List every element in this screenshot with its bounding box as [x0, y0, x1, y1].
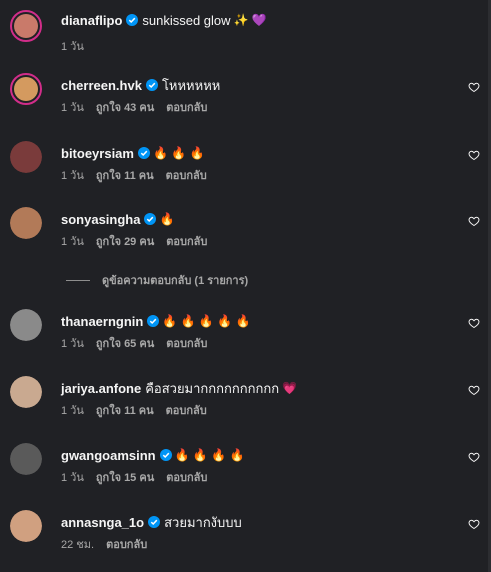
verified-badge-icon [159, 449, 172, 461]
reply-button[interactable]: ตอบกลับ [166, 401, 207, 419]
likes-count[interactable]: ถูกใจ 43 คน [96, 98, 154, 116]
verified-badge-icon [145, 79, 158, 91]
comment-username[interactable]: cherreen.hvk [61, 78, 142, 93]
avatar[interactable] [10, 376, 42, 408]
comment-emoji: 🔥 🔥 🔥 [152, 146, 205, 160]
comment-emoji: 🔥 🔥 🔥 🔥 🔥 [162, 314, 251, 328]
verified-badge-icon [144, 213, 157, 225]
likes-count[interactable]: ถูกใจ 65 คน [96, 334, 154, 352]
view-replies-button[interactable]: ดูข้อความตอบกลับ (1 รายการ) [66, 271, 248, 289]
comment-username[interactable]: dianaflipo [61, 13, 122, 28]
comment-time: 1 วัน [61, 102, 84, 114]
comment-text: sunkissed glow [142, 12, 231, 28]
heart-icon[interactable] [468, 384, 480, 396]
heart-icon[interactable] [468, 215, 480, 227]
heart-icon[interactable] [468, 317, 480, 329]
comment-emoji: 💗 [282, 381, 298, 395]
comment-time: 22 ชม. [61, 539, 95, 551]
avatar[interactable] [10, 141, 42, 173]
verified-badge-icon [147, 315, 160, 327]
likes-count[interactable]: ถูกใจ 15 คน [96, 468, 154, 486]
comment-username[interactable]: gwangoamsinn [61, 448, 156, 463]
avatar[interactable] [10, 73, 42, 105]
comment-text: สวยมากงับบบ [164, 514, 242, 530]
comment-item: annasnga_1o สวยมากงับบบ 22 ชม. ตอบกลับ [0, 510, 488, 570]
comment-username[interactable]: sonyasingha [61, 212, 140, 227]
reply-button[interactable]: ตอบกลับ [166, 468, 207, 486]
avatar[interactable] [10, 10, 42, 42]
reply-button[interactable]: ตอบกลับ [166, 232, 207, 250]
comment-item: cherreen.hvk โหหหหหห 1 วัน ถูกใจ 43 คน ต… [0, 73, 488, 133]
comment-text: คือสวยมากกกกกกกกกก [145, 380, 280, 396]
verified-badge-icon [148, 516, 161, 528]
comment-emoji: 🔥 🔥 🔥 🔥 [174, 448, 245, 462]
comment-item: dianaflipo sunkissed glow ✨ 💜 1 วัน [0, 10, 488, 70]
verified-badge-icon [126, 14, 139, 26]
reply-button[interactable]: ตอบกลับ [106, 535, 147, 553]
heart-icon[interactable] [468, 518, 480, 530]
comment-text: โหหหหหห [161, 77, 221, 93]
comment-emoji: ✨ 💜 [233, 13, 267, 27]
comment-item: gwangoamsinn 🔥 🔥 🔥 🔥 1 วัน ถูกใจ 15 คน ต… [0, 443, 488, 503]
comment-time: 1 วัน [61, 472, 84, 484]
view-replies-label: ดูข้อความตอบกลับ (1 รายการ) [102, 275, 249, 287]
comment-time: 1 วัน [61, 405, 84, 417]
comment-username[interactable]: thanaerngnin [61, 314, 143, 329]
reply-button[interactable]: ตอบกลับ [166, 166, 207, 184]
comment-item: thanaerngnin 🔥 🔥 🔥 🔥 🔥 1 วัน ถูกใจ 65 คน… [0, 309, 488, 369]
likes-count[interactable]: ถูกใจ 29 คน [96, 232, 154, 250]
comment-time: 1 วัน [61, 170, 84, 182]
avatar[interactable] [10, 510, 42, 542]
comment-list: dianaflipo sunkissed glow ✨ 💜 1 วัน cher… [0, 0, 488, 572]
heart-icon[interactable] [468, 451, 480, 463]
comment-item: bitoeyrsiam 🔥 🔥 🔥 1 วัน ถูกใจ 11 คน ตอบก… [0, 141, 488, 201]
verified-badge-icon [137, 147, 150, 159]
comment-time: 1 วัน [61, 338, 84, 350]
avatar[interactable] [10, 207, 42, 239]
comment-username[interactable]: jariya.anfone [61, 381, 141, 396]
avatar[interactable] [10, 309, 42, 341]
comment-username[interactable]: bitoeyrsiam [61, 146, 134, 161]
comment-time: 1 วัน [61, 41, 84, 53]
comment-emoji: 🔥 [159, 212, 175, 226]
reply-button[interactable]: ตอบกลับ [166, 98, 207, 116]
likes-count[interactable]: ถูกใจ 11 คน [96, 401, 154, 419]
reply-button[interactable]: ตอบกลับ [166, 334, 207, 352]
avatar[interactable] [10, 443, 42, 475]
likes-count[interactable]: ถูกใจ 11 คน [96, 166, 154, 184]
comment-item: jariya.anfone คือสวยมากกกกกกกกกก 💗 1 วัน… [0, 376, 488, 436]
heart-icon[interactable] [468, 149, 480, 161]
heart-icon[interactable] [468, 81, 480, 93]
comment-item: sonyasingha 🔥 1 วัน ถูกใจ 29 คน ตอบกลับ [0, 207, 488, 267]
comment-time: 1 วัน [61, 236, 84, 248]
comment-username[interactable]: annasnga_1o [61, 515, 144, 530]
divider [66, 279, 90, 281]
